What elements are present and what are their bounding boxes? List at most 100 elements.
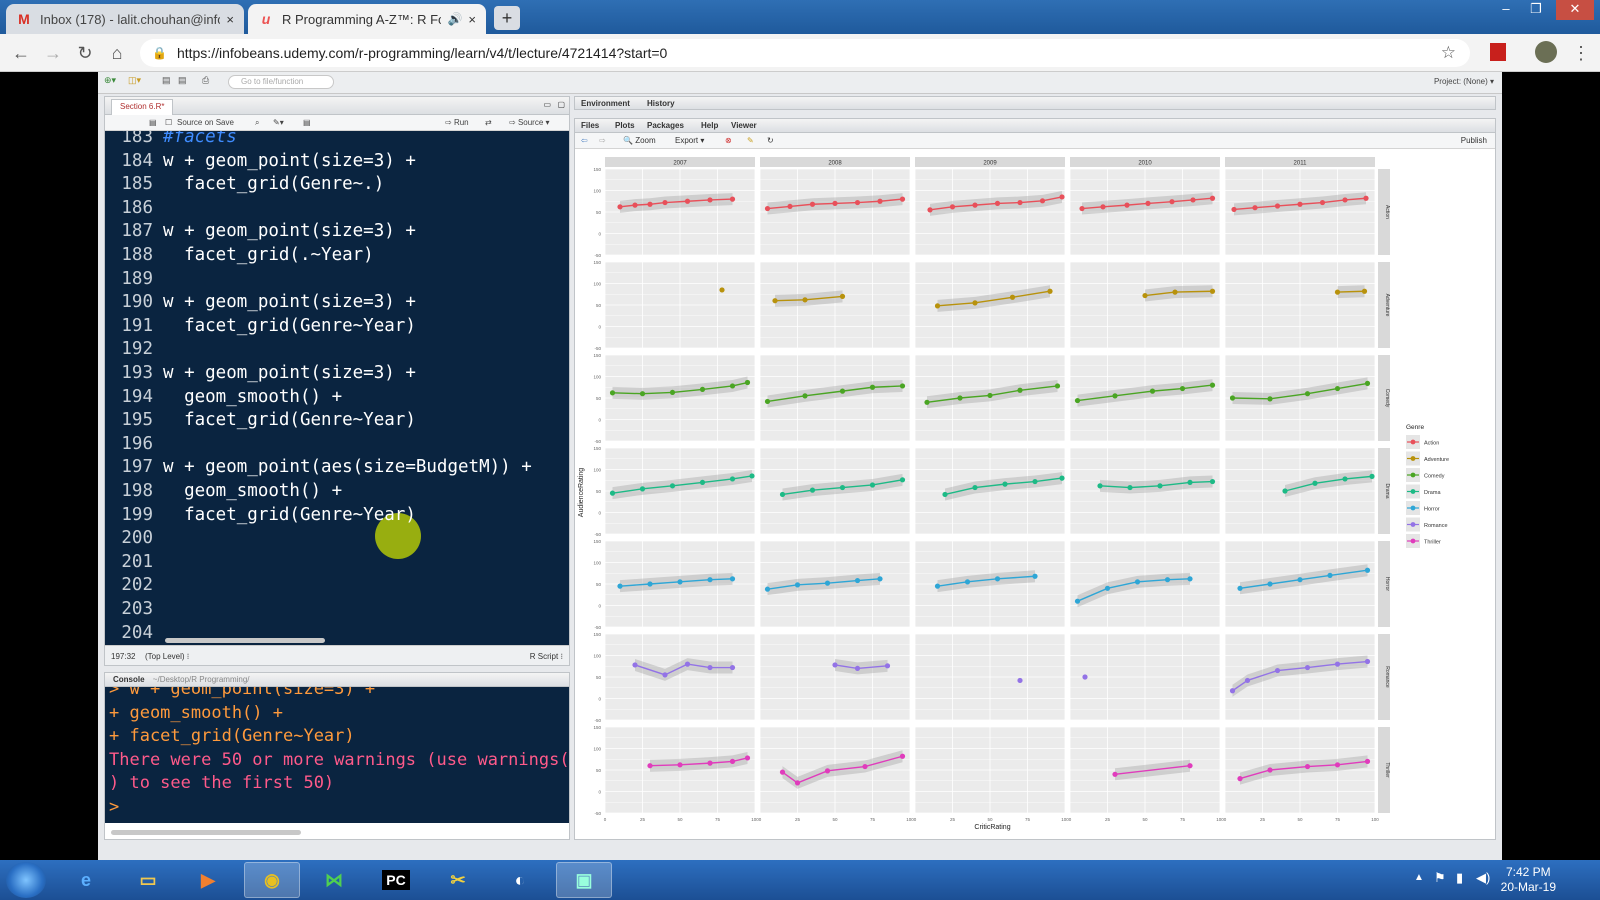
tab-section-6[interactable]: Section 6.R*: [111, 99, 174, 115]
media-player-icon[interactable]: ▶: [180, 862, 236, 898]
tab-history[interactable]: History: [647, 99, 675, 108]
minimize-icon[interactable]: –: [1492, 0, 1520, 20]
source-button[interactable]: ⇨ Source ▾: [509, 118, 550, 127]
export-button[interactable]: Export ▾: [675, 136, 704, 145]
maximize-pane-icon[interactable]: ▢: [557, 100, 565, 109]
tab-udemy[interactable]: u R Programming A-Z™: R For 🔊 ×: [248, 4, 486, 34]
internet-explorer-icon[interactable]: e: [58, 862, 114, 898]
visual-studio-code-icon[interactable]: ⋈: [306, 862, 362, 898]
remove-plot-icon[interactable]: ⊗: [725, 136, 732, 145]
reload-icon[interactable]: ↻: [74, 42, 96, 64]
save-icon[interactable]: ▤: [162, 75, 171, 86]
video-player[interactable]: ⊕▾ ◫▾ ▤ ▤ ⎙ Go to file/function Project:…: [0, 72, 1600, 860]
file-type-menu[interactable]: R Script ⁝: [530, 652, 563, 661]
code-line[interactable]: 202: [105, 573, 565, 597]
code-line[interactable]: 191 facet_grid(Genre~Year): [105, 314, 565, 338]
file-explorer-icon[interactable]: ▭: [120, 862, 176, 898]
tab-plots[interactable]: Plots: [615, 121, 635, 130]
tab-files[interactable]: Files: [581, 121, 599, 130]
code-line[interactable]: 200: [105, 526, 565, 550]
menu-icon[interactable]: ⋮: [1570, 42, 1592, 64]
eclipse-icon[interactable]: ◐: [492, 862, 548, 898]
action-center-icon[interactable]: ⚑: [1434, 870, 1446, 886]
project-menu[interactable]: Project: (None) ▾: [1434, 77, 1494, 86]
tab-packages[interactable]: Packages: [647, 121, 684, 130]
extension-icon[interactable]: [1490, 43, 1506, 61]
rerun-icon[interactable]: ⇄: [485, 118, 492, 127]
tab-environment[interactable]: Environment: [581, 99, 630, 108]
code-line[interactable]: 196: [105, 432, 565, 456]
chrome-icon[interactable]: ◉: [244, 862, 300, 898]
y-tick-label: 150: [593, 632, 601, 637]
close-window-icon[interactable]: ✕: [1556, 0, 1594, 20]
code-line[interactable]: 192: [105, 337, 565, 361]
code-line[interactable]: 186: [105, 196, 565, 220]
publish-button[interactable]: Publish: [1461, 136, 1487, 145]
minimize-pane-icon[interactable]: ▭: [543, 100, 551, 109]
code-line[interactable]: 194 geom_smooth() +: [105, 385, 565, 409]
run-button[interactable]: ⇨ Run: [445, 118, 469, 127]
refresh-icon[interactable]: ↻: [767, 136, 774, 145]
volume-icon[interactable]: ◀): [1476, 870, 1490, 886]
restore-icon[interactable]: ❐: [1522, 0, 1550, 20]
code-line[interactable]: 193 w + geom_point(size=3) +: [105, 361, 565, 385]
clock[interactable]: 7:42 PM 20-Mar-19: [1501, 865, 1556, 895]
zoom-button[interactable]: 🔍 Zoom: [623, 136, 656, 145]
new-file-icon[interactable]: ⊕▾: [104, 75, 116, 86]
code-line[interactable]: 190 w + geom_point(size=3) +: [105, 290, 565, 314]
speaker-icon[interactable]: 🔊: [447, 12, 462, 26]
code-line[interactable]: 203: [105, 597, 565, 621]
data-point: [707, 760, 713, 766]
save-all-icon[interactable]: ▤: [178, 75, 187, 86]
paint-icon[interactable]: ✂: [430, 862, 486, 898]
code-line[interactable]: 197 w + geom_point(aes(size=BudgetM)) +: [105, 455, 565, 479]
console-scrollbar[interactable]: [111, 830, 301, 835]
back-icon[interactable]: ←: [10, 42, 32, 64]
start-button[interactable]: [6, 862, 46, 898]
code-line[interactable]: 184 w + geom_point(size=3) +: [105, 149, 565, 173]
code-editor[interactable]: 183 #facets 184 w + geom_point(size=3) +185…: [105, 131, 569, 645]
bookmark-star-icon[interactable]: ☆: [1441, 43, 1456, 63]
y-tick-label: -50: [594, 718, 601, 723]
code-line[interactable]: 198 geom_smooth() +: [105, 479, 565, 503]
code-line[interactable]: 188 facet_grid(.~Year): [105, 243, 565, 267]
console-output[interactable]: > w + geom_point(size=3) + + geom_smooth(…: [105, 687, 569, 823]
code-line[interactable]: 183 #facets: [105, 131, 565, 149]
code-line[interactable]: 201: [105, 550, 565, 574]
close-tab-icon[interactable]: ×: [226, 12, 234, 27]
data-point: [1229, 688, 1236, 694]
avatar[interactable]: [1535, 41, 1557, 63]
save-icon[interactable]: ▤: [149, 118, 157, 127]
code-line[interactable]: 189: [105, 267, 565, 291]
wand-icon[interactable]: ✎▾: [273, 118, 284, 127]
open-project-icon[interactable]: ◫▾: [128, 75, 141, 86]
goto-file-input[interactable]: Go to file/function: [228, 75, 334, 89]
code-line[interactable]: 185 facet_grid(Genre~.): [105, 172, 565, 196]
back-arrow-icon[interactable]: ⇦: [581, 136, 588, 145]
forward-arrow-icon[interactable]: ⇨: [599, 136, 606, 145]
source-on-save-checkbox[interactable]: ☐: [165, 118, 172, 127]
facet-col-label: 2010: [1138, 161, 1152, 167]
show-hidden-icons[interactable]: ▲: [1414, 872, 1424, 883]
new-tab-button[interactable]: +: [494, 6, 520, 30]
search-icon[interactable]: ⌕: [255, 118, 259, 128]
rstudio-icon[interactable]: ▣: [556, 862, 612, 898]
horizontal-scrollbar[interactable]: [165, 638, 325, 643]
close-tab-icon[interactable]: ×: [468, 12, 476, 27]
compile-icon[interactable]: ▤: [303, 118, 311, 127]
url-field[interactable]: 🔒 https://infobeans.udemy.com/r-programm…: [140, 39, 1470, 67]
network-icon[interactable]: ▮: [1456, 870, 1463, 886]
code-line[interactable]: 187 w + geom_point(size=3) +: [105, 219, 565, 243]
clear-plots-icon[interactable]: ✎: [747, 136, 754, 145]
tab-gmail[interactable]: M Inbox (178) - lalit.chouhan@infob ×: [6, 4, 244, 34]
code-line[interactable]: 199 facet_grid(Genre~Year): [105, 503, 565, 527]
pycharm-icon[interactable]: PC: [368, 862, 424, 898]
home-icon[interactable]: ⌂: [106, 42, 128, 64]
tab-help[interactable]: Help: [701, 121, 718, 130]
scope-menu[interactable]: (Top Level) ⁝: [145, 652, 189, 661]
print-icon[interactable]: ⎙: [202, 75, 209, 86]
code-line[interactable]: 195 facet_grid(Genre~Year): [105, 408, 565, 432]
tab-viewer[interactable]: Viewer: [731, 121, 757, 130]
clock-time: 7:42 PM: [1505, 865, 1551, 879]
forward-icon[interactable]: →: [42, 42, 64, 64]
